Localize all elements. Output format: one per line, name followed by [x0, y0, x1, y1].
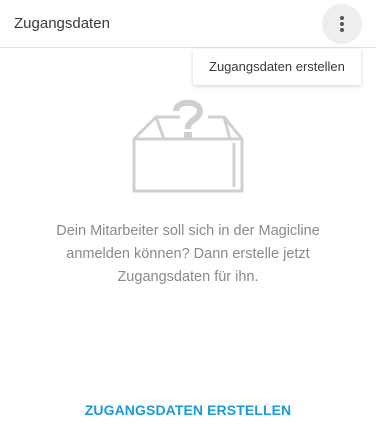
options-dropdown-menu: Zugangsdaten erstellen	[193, 49, 361, 85]
message-line: anmelden können? Dann erstelle jetzt	[66, 246, 310, 262]
more-vertical-icon	[340, 16, 344, 32]
page-title: Zugangsdaten	[14, 15, 110, 32]
more-options-button[interactable]	[322, 4, 362, 44]
create-credentials-button[interactable]: ZUGANGSDATEN ERSTELLEN	[0, 400, 376, 420]
panel-header: Zugangsdaten	[0, 0, 376, 48]
empty-box-question-icon	[132, 99, 244, 193]
menu-item-create-credentials[interactable]: Zugangsdaten erstellen	[209, 59, 345, 75]
empty-state-message: Dein Mitarbeiter soll sich in der Magicl…	[0, 220, 376, 289]
message-line: Dein Mitarbeiter soll sich in der Magicl…	[56, 223, 320, 239]
credentials-panel: Zugangsdaten Zugangsdaten erstellen Dein…	[0, 0, 376, 447]
message-line: Zugangsdaten für ihn.	[117, 269, 259, 285]
